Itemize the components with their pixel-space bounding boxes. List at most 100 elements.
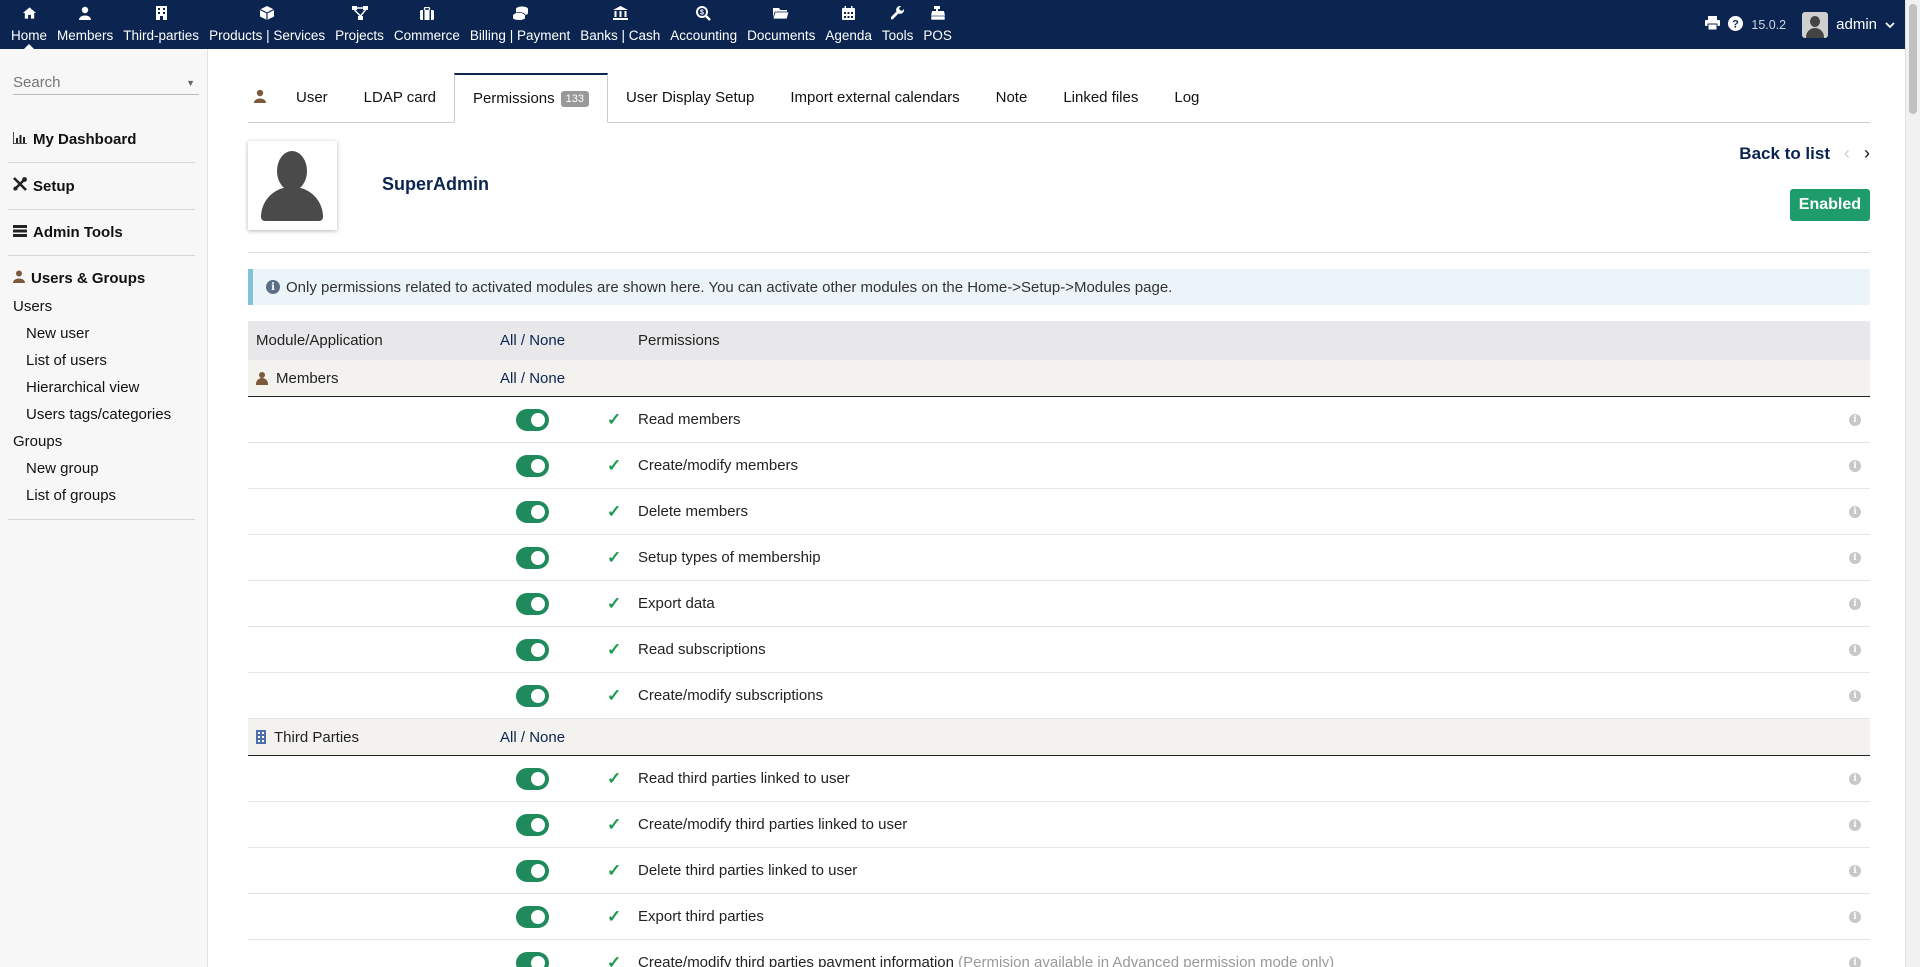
left-sidebar: ▼ My Dashboard Setup Admin Tools Users &… bbox=[0, 49, 208, 967]
menu-users-groups-title[interactable]: Users & Groups bbox=[13, 270, 195, 287]
user-tabs: User LDAP card Permissions 133 User Disp… bbox=[248, 49, 1870, 123]
info-icon[interactable]: i bbox=[1849, 864, 1861, 877]
tab-user-icon[interactable] bbox=[248, 73, 278, 122]
nav-commerce[interactable]: Commerce bbox=[389, 0, 465, 49]
user-photo[interactable] bbox=[248, 141, 337, 230]
chevron-down-icon[interactable] bbox=[1885, 18, 1895, 32]
info-icon[interactable]: i bbox=[1849, 413, 1861, 426]
sidebar-item-list-of-users[interactable]: List of users bbox=[13, 347, 195, 374]
nav-projects[interactable]: Projects bbox=[330, 0, 389, 49]
info-icon[interactable]: i bbox=[1849, 551, 1861, 564]
info-cell: i bbox=[1840, 597, 1870, 610]
member-icon bbox=[256, 371, 268, 385]
permission-toggle[interactable] bbox=[516, 813, 549, 836]
tab-log[interactable]: Log bbox=[1156, 73, 1217, 122]
module-select-none-link[interactable]: None bbox=[529, 729, 565, 746]
nav-documents[interactable]: Documents bbox=[742, 0, 820, 49]
nav-members[interactable]: Members bbox=[52, 0, 118, 49]
module-select-all-link[interactable]: All bbox=[500, 729, 517, 746]
vertical-scrollbar[interactable] bbox=[1905, 0, 1920, 967]
info-cell: i bbox=[1840, 818, 1870, 831]
permission-toggle[interactable] bbox=[516, 638, 549, 661]
nav-accounting[interactable]: $ Accounting bbox=[665, 0, 742, 49]
info-cell: i bbox=[1840, 459, 1870, 472]
info-cell: i bbox=[1840, 551, 1870, 564]
sidebar-item-users-tags[interactable]: Users tags/categories bbox=[13, 401, 195, 428]
server-icon bbox=[13, 224, 27, 241]
coins-icon bbox=[511, 4, 529, 22]
search-input[interactable] bbox=[13, 74, 163, 91]
checkmark-icon: ✓ bbox=[607, 639, 622, 659]
tab-note[interactable]: Note bbox=[978, 73, 1046, 122]
nav-home[interactable]: Home bbox=[6, 0, 52, 49]
info-icon[interactable]: i bbox=[1849, 459, 1861, 472]
nav-products-services[interactable]: Products | Services bbox=[204, 0, 330, 49]
permission-toggle[interactable] bbox=[516, 859, 549, 882]
menu-admin-tools[interactable]: Admin Tools bbox=[8, 210, 195, 256]
dropdown-caret-icon[interactable]: ▼ bbox=[186, 78, 195, 88]
module-name: Members bbox=[276, 369, 339, 387]
permission-toggle[interactable] bbox=[516, 951, 549, 967]
sidebar-item-hierarchical-view[interactable]: Hierarchical view bbox=[13, 374, 195, 401]
nav-third-parties[interactable]: Third-parties bbox=[118, 0, 204, 49]
permission-toggle[interactable] bbox=[516, 546, 549, 569]
module-select-all-link[interactable]: All bbox=[500, 370, 517, 387]
tab-ldap-card[interactable]: LDAP card bbox=[346, 73, 454, 122]
permission-label-cell: Delete members bbox=[638, 503, 1840, 520]
user-avatar[interactable] bbox=[1802, 11, 1829, 38]
toggle-cell bbox=[500, 905, 604, 928]
nav-tools[interactable]: Tools bbox=[877, 0, 919, 49]
nav-agenda[interactable]: Agenda bbox=[820, 0, 877, 49]
info-icon[interactable]: i bbox=[1849, 956, 1861, 967]
permission-toggle[interactable] bbox=[516, 408, 549, 431]
info-icon[interactable]: i bbox=[1849, 772, 1861, 785]
permission-toggle[interactable] bbox=[516, 905, 549, 928]
tab-import-external-calendars[interactable]: Import external calendars bbox=[772, 73, 977, 122]
sidebar-item-new-group[interactable]: New group bbox=[13, 455, 195, 482]
info-banner: i Only permissions related to activated … bbox=[248, 269, 1870, 305]
search-box[interactable]: ▼ bbox=[13, 71, 199, 95]
permission-toggle[interactable] bbox=[516, 454, 549, 477]
info-icon[interactable]: i bbox=[1849, 689, 1861, 702]
permission-toggle[interactable] bbox=[516, 684, 549, 707]
info-cell: i bbox=[1840, 864, 1870, 877]
nav-billing-payment[interactable]: Billing | Payment bbox=[465, 0, 575, 49]
previous-record-icon[interactable]: ‹ bbox=[1844, 143, 1850, 164]
nav-banks-cash[interactable]: Banks | Cash bbox=[575, 0, 665, 49]
permission-label: Create/modify subscriptions bbox=[638, 687, 824, 704]
sidebar-item-list-of-groups[interactable]: List of groups bbox=[13, 482, 195, 509]
user-menu-name[interactable]: admin bbox=[1836, 16, 1877, 33]
info-icon[interactable]: i bbox=[1849, 643, 1861, 656]
back-to-list-link[interactable]: Back to list bbox=[1739, 144, 1830, 164]
info-cell: i bbox=[1840, 910, 1870, 923]
permission-toggle[interactable] bbox=[516, 767, 549, 790]
tab-permissions[interactable]: Permissions 133 bbox=[453, 73, 608, 123]
chart-icon bbox=[12, 131, 27, 148]
sidebar-item-users[interactable]: Users bbox=[13, 293, 195, 320]
select-none-link[interactable]: None bbox=[529, 332, 565, 349]
tab-user-display-setup[interactable]: User Display Setup bbox=[608, 73, 772, 122]
info-icon[interactable]: i bbox=[1849, 505, 1861, 518]
select-all-link[interactable]: All bbox=[500, 332, 517, 349]
tab-linked-files[interactable]: Linked files bbox=[1045, 73, 1156, 122]
tab-user[interactable]: User bbox=[278, 73, 346, 122]
checkmark-icon: ✓ bbox=[607, 685, 622, 705]
next-record-icon[interactable]: › bbox=[1864, 143, 1870, 164]
info-icon[interactable]: i bbox=[1849, 818, 1861, 831]
sidebar-item-new-user[interactable]: New user bbox=[13, 320, 195, 347]
printer-icon[interactable] bbox=[1705, 16, 1721, 33]
nav-pos[interactable]: POS bbox=[918, 0, 957, 49]
module-select-none-link[interactable]: None bbox=[529, 370, 565, 387]
toggle-cell bbox=[500, 684, 604, 707]
help-icon[interactable]: ? bbox=[1728, 15, 1744, 34]
scrollbar-thumb[interactable] bbox=[1909, 4, 1917, 114]
permission-toggle[interactable] bbox=[516, 500, 549, 523]
permission-label: Delete members bbox=[638, 503, 749, 520]
sidebar-item-groups[interactable]: Groups bbox=[13, 428, 195, 455]
info-icon[interactable]: i bbox=[1849, 910, 1861, 923]
menu-my-dashboard[interactable]: My Dashboard bbox=[8, 117, 195, 163]
menu-setup[interactable]: Setup bbox=[8, 163, 195, 210]
permission-label-cell: Create/modify subscriptions bbox=[638, 687, 1840, 704]
info-icon[interactable]: i bbox=[1849, 597, 1861, 610]
permission-toggle[interactable] bbox=[516, 592, 549, 615]
